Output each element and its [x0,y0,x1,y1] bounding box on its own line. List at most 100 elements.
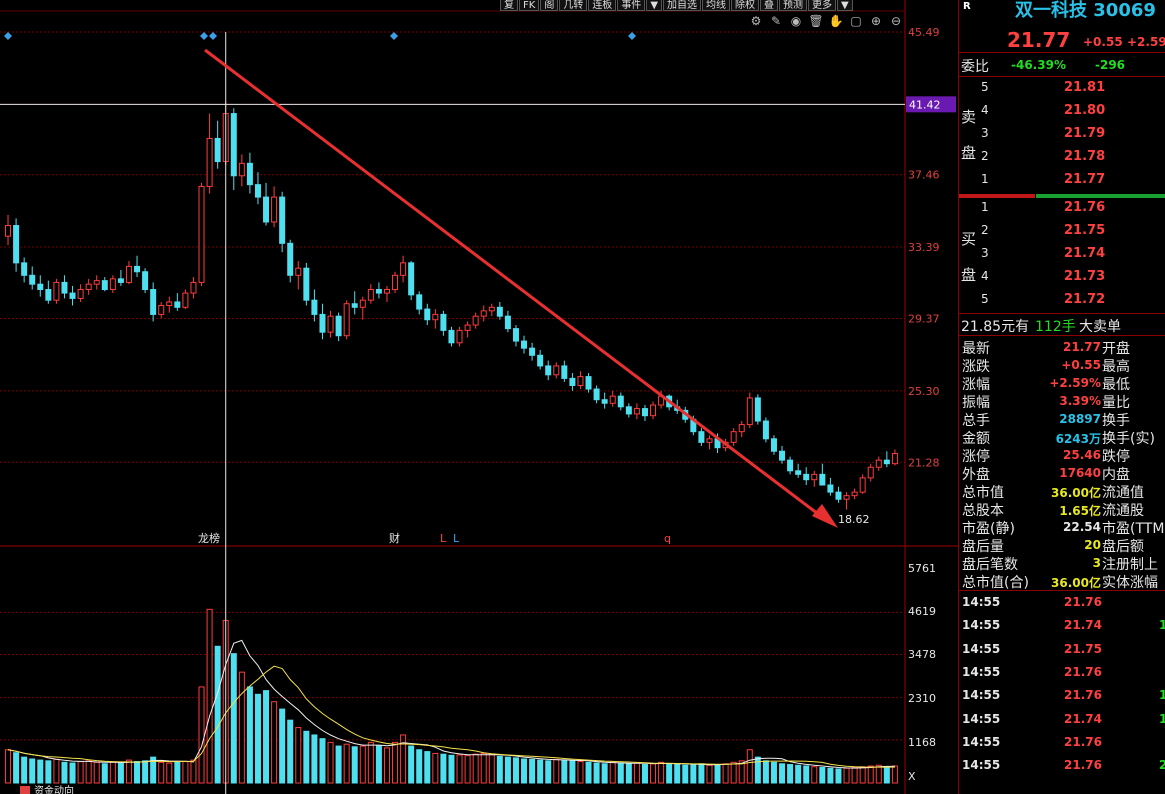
info-value: 21.77 [1063,340,1101,354]
volume-bar [625,763,632,784]
candle-body [875,459,882,468]
zoom-in-icon[interactable]: ⊕ [868,14,884,28]
sell-label-2: 盘 [961,144,977,162]
sell-strength-bar [959,194,1035,198]
sell-level[interactable]: 4 21.80 [959,103,1165,126]
trade-volume: 1 [1159,711,1165,726]
volume-bar [319,738,326,784]
buy-level[interactable]: 2 21.75 [959,223,1165,246]
candle-body [77,289,84,299]
event-diamond-icon[interactable] [200,32,208,40]
chart-grid [0,0,958,794]
toolbar-button[interactable]: FK [519,0,540,11]
toolbar-button[interactable]: 几转 [559,0,588,11]
price-line: 21.77 +0.55 +2.59 [959,28,1165,52]
toolbar-button[interactable]: 连板 [588,0,617,11]
zoom-out-icon[interactable]: ⊖ [888,14,904,28]
volume-bar [166,762,173,784]
toolbar-button[interactable]: 复 [500,0,518,11]
info-label: 总市值 [962,485,1004,501]
toolbar-button[interactable]: 除权 [731,0,760,11]
toolbar-button[interactable]: 均线 [702,0,731,11]
volume-bar [851,766,858,784]
volume-bar [770,761,777,784]
event-marker[interactable]: L [453,532,460,545]
order-level: 4 [981,103,989,117]
pencil-icon[interactable]: ✎ [768,14,784,28]
eye-icon[interactable]: ◉ [788,14,804,28]
candle-body [456,329,463,344]
candle-body [512,328,519,342]
chart-tool-icons: ⚙ ✎ ◉ 🗑 ✋ ▢ ⊕ ⊖ [748,14,904,28]
toolbar-button[interactable]: 更多 [808,0,837,11]
volume-bar [488,754,495,784]
buy-level[interactable]: 3 21.74 [959,246,1165,269]
toolbar-button[interactable]: 叠 [760,0,779,11]
kline-chart[interactable]: 45.49 37.46 33.39 29.37 25.30 21.28 5761 4619 3… [0,0,958,794]
candle-body [238,162,245,177]
event-diamond-icon[interactable] [4,32,12,40]
volume-bar [246,686,253,784]
candle-body [166,301,173,307]
sell-level[interactable]: 3 21.79 [959,126,1165,149]
buy-label-2: 盘 [961,266,977,284]
candle-body [93,280,100,285]
trade-row: 14:55 21.76 2 [959,758,1165,781]
candle-body [504,315,511,330]
trade-price: 21.76 [1064,688,1102,703]
trade-time: 14:55 [962,734,1001,749]
event-marker[interactable]: L [440,532,447,545]
candle-body [593,388,600,401]
toolbar-button[interactable]: 阁 [540,0,559,11]
trade-row: 14:55 21.76 [959,665,1165,688]
square-icon[interactable]: ▢ [848,14,864,28]
stock-title: R 双一科技 30069 [959,0,1165,22]
trade-price: 21.75 [1064,641,1102,656]
price-tick-label: 33.39 [908,241,940,254]
gear-icon[interactable]: ⚙ [748,14,764,28]
event-diamond-icon[interactable] [628,32,636,40]
candle-body [29,274,36,285]
sell-level[interactable]: 1 21.77 [959,172,1165,195]
info-value: 3 [1092,556,1101,570]
candle-body [440,313,447,331]
candle-body [158,305,165,315]
trade-row: 14:55 21.74 1 [959,712,1165,735]
info-label-2: 流通股 [1102,503,1144,519]
event-marker[interactable]: 龙榜 [198,531,220,545]
buy-level[interactable]: 1 21.76 [959,200,1165,223]
event-marker[interactable]: 财 [389,531,400,545]
candle-body [359,299,366,308]
buy-level[interactable]: 4 21.73 [959,269,1165,292]
candle-body [134,265,141,273]
volume-bar [601,763,608,784]
candle-body [883,459,890,465]
volume-bar [295,727,302,784]
candle-body [787,459,794,472]
candle-body [770,438,777,452]
candle-body [569,377,576,386]
volume-bar [545,760,552,784]
volume-bar [198,686,205,784]
event-diamond-icon[interactable] [209,32,217,40]
event-diamond-icon[interactable] [390,32,398,40]
toolbar-button[interactable]: 事件 [617,0,646,11]
toolbar-button[interactable]: 加自选 [663,0,702,11]
toolbar-button[interactable]: ▼ [646,0,663,11]
candle-body [432,313,439,321]
sell-level[interactable]: 2 21.78 [959,149,1165,172]
tab-flag-icon [20,786,30,794]
stock-name[interactable]: 双一科技 30069 [1015,0,1156,22]
indicator-tab[interactable]: 资金动向 [34,784,74,794]
toolbar-button[interactable]: ▼ [837,0,853,11]
hand-icon[interactable]: ✋ [828,14,844,28]
info-value: 25.46 [1063,448,1101,462]
buy-level[interactable]: 5 21.72 [959,292,1165,315]
candle-body [730,431,737,443]
trash-icon[interactable]: 🗑 [808,14,824,28]
sell-level[interactable]: 5 21.81 [959,80,1165,103]
toolbar-button[interactable]: 预测 [779,0,808,11]
event-marker[interactable]: q [664,532,671,545]
price-change-pct: +2.59 [1127,35,1165,49]
info-label-2: 开盘 [1102,341,1130,357]
